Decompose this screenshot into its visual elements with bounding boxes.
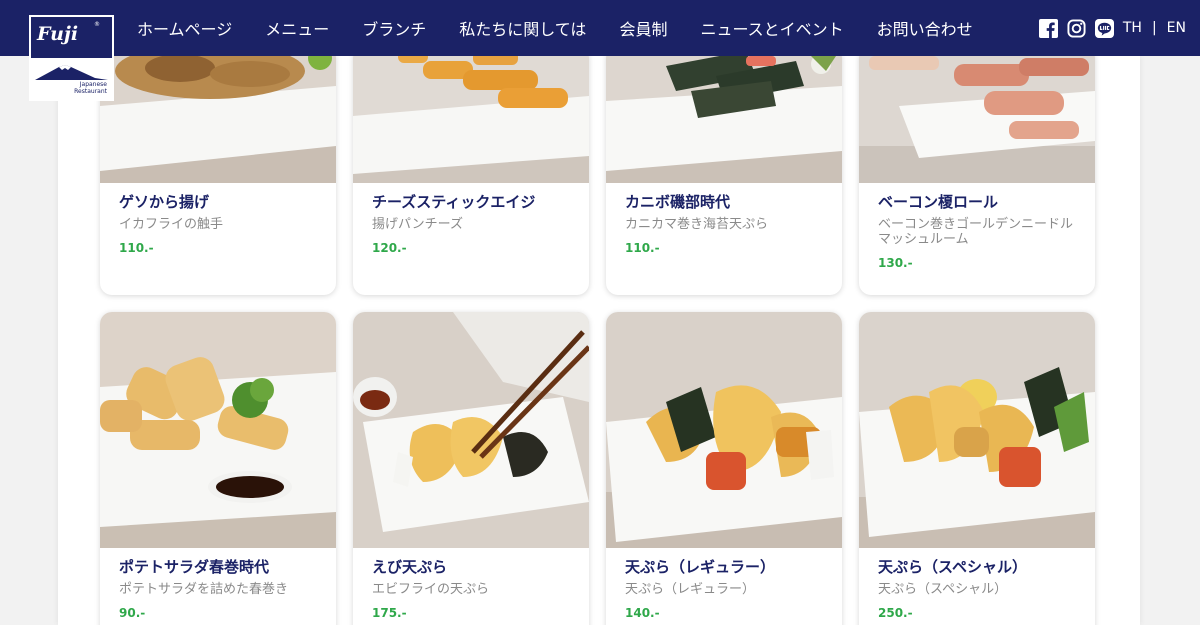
menu-item-title: ゲソから揚げ bbox=[119, 193, 210, 211]
menu-item-price: 175.- bbox=[372, 606, 407, 620]
menu-card-geso[interactable]: ゲソから揚げ イカフライの触手 110.- bbox=[100, 46, 336, 295]
nav-item-news[interactable]: ニュースとイベント bbox=[700, 16, 843, 40]
nav-right-group: TH | EN bbox=[1038, 0, 1186, 56]
card-body: ゲソから揚げ イカフライの触手 110.- bbox=[119, 193, 322, 255]
menu-item-price: 110.- bbox=[625, 241, 660, 255]
menu-item-title: 天ぷら（スペシャル） bbox=[878, 558, 1027, 576]
menu-card-tempura-special[interactable]: 天ぷら（スペシャル） 天ぷら（スペシャル） 250.- bbox=[859, 312, 1095, 625]
nav-item-membership[interactable]: 会員制 bbox=[619, 16, 667, 40]
menu-item-price: 140.- bbox=[625, 606, 660, 620]
food-photo-bacon-rolls bbox=[859, 46, 1095, 183]
menu-item-price: 110.- bbox=[119, 241, 154, 255]
food-photo-crab-seaweed-tempura bbox=[606, 46, 842, 183]
facebook-icon[interactable] bbox=[1038, 18, 1058, 38]
menu-item-price: 90.- bbox=[119, 606, 146, 620]
logo-emblem-area: Japanese Restaurant bbox=[31, 58, 112, 99]
menu-item-price: 250.- bbox=[878, 606, 913, 620]
menu-content: ゲソから揚げ イカフライの触手 110.- チーズスティックエイジ 揚げパンチー… bbox=[58, 46, 1140, 625]
card-body: 天ぷら（スペシャル） 天ぷら（スペシャル） 250.- bbox=[878, 558, 1081, 620]
card-body: ポテトサラダ春巻時代 ポテトサラダを詰めた春巻き 90.- bbox=[119, 558, 322, 620]
card-body: 天ぷら（レギュラー） 天ぷら（レギュラー） 140.- bbox=[625, 558, 828, 620]
menu-item-title: えび天ぷら bbox=[372, 558, 448, 576]
nav-item-home[interactable]: ホームページ bbox=[137, 16, 232, 40]
card-body: えび天ぷら エビフライの天ぷら 175.- bbox=[372, 558, 575, 620]
menu-item-title: カニボ磯部時代 bbox=[625, 193, 731, 211]
logo-wordmark-area: Fuji ® bbox=[31, 17, 112, 58]
food-photo-cheese-sticks bbox=[353, 46, 589, 183]
menu-item-price: 130.- bbox=[878, 256, 913, 270]
menu-item-title: 天ぷら（レギュラー） bbox=[625, 558, 776, 576]
food-photo-tempura-special bbox=[859, 312, 1095, 548]
menu-item-description: 天ぷら（スペシャル） bbox=[878, 582, 1008, 597]
lang-th-link[interactable]: TH bbox=[1123, 20, 1142, 36]
top-nav-bar: ホームページ メニュー ブランチ 私たちに関しては 会員制 ニュースとイベント … bbox=[0, 0, 1200, 56]
menu-item-description: エビフライの天ぷら bbox=[372, 582, 490, 597]
instagram-icon[interactable] bbox=[1067, 18, 1086, 38]
line-icon[interactable] bbox=[1094, 18, 1114, 38]
food-photo-spring-rolls bbox=[100, 312, 336, 548]
card-body: カニボ磯部時代 カニカマ巻き海苔天ぷら 110.- bbox=[625, 193, 828, 255]
menu-item-description: 天ぷら（レギュラー） bbox=[625, 582, 756, 597]
menu-card-bacon-enoki[interactable]: ベーコン榎ロール ベーコン巻きゴールデンニードルマッシュルーム 130.- bbox=[859, 46, 1095, 295]
card-body: チーズスティックエイジ 揚げパンチーズ 120.- bbox=[372, 193, 575, 255]
menu-card-tempura-regular[interactable]: 天ぷら（レギュラー） 天ぷら（レギュラー） 140.- bbox=[606, 312, 842, 625]
menu-item-description: 揚げパンチーズ bbox=[372, 217, 464, 232]
menu-item-description: カニカマ巻き海苔天ぷら bbox=[625, 217, 769, 232]
menu-card-cheese-stick[interactable]: チーズスティックエイジ 揚げパンチーズ 120.- bbox=[353, 46, 589, 295]
menu-item-description: ベーコン巻きゴールデンニードルマッシュルーム bbox=[878, 217, 1074, 247]
fuji-logo[interactable]: Fuji ® Japanese Restaurant bbox=[29, 15, 114, 101]
food-photo-shrimp-tempura bbox=[353, 312, 589, 548]
menu-card-kanibo-isobe[interactable]: カニボ磯部時代 カニカマ巻き海苔天ぷら 110.- bbox=[606, 46, 842, 295]
logo-wordmark: Fuji bbox=[37, 23, 79, 45]
lang-en-link[interactable]: EN bbox=[1167, 20, 1186, 36]
menu-card-potato-spring-roll[interactable]: ポテトサラダ春巻時代 ポテトサラダを詰めた春巻き 90.- bbox=[100, 312, 336, 625]
menu-item-title: チーズスティックエイジ bbox=[372, 193, 536, 211]
nav-item-about[interactable]: 私たちに関しては bbox=[459, 16, 586, 40]
card-body: ベーコン榎ロール ベーコン巻きゴールデンニードルマッシュルーム 130.- bbox=[878, 193, 1081, 270]
menu-item-price: 120.- bbox=[372, 241, 407, 255]
mount-fuji-icon bbox=[35, 65, 108, 80]
menu-card-ebi-tempura[interactable]: えび天ぷら エビフライの天ぷら 175.- bbox=[353, 312, 589, 625]
nav-item-menu[interactable]: メニュー bbox=[265, 16, 329, 40]
menu-item-description: ポテトサラダを詰めた春巻き bbox=[119, 582, 289, 597]
nav-item-contact[interactable]: お問い合わせ bbox=[877, 16, 973, 40]
food-photo-fried-squid bbox=[100, 46, 336, 183]
registered-mark: ® bbox=[94, 21, 100, 28]
nav-item-branch[interactable]: ブランチ bbox=[362, 16, 426, 40]
lang-separator: | bbox=[1151, 20, 1157, 36]
menu-item-title: ベーコン榎ロール bbox=[878, 193, 999, 211]
main-nav: ホームページ メニュー ブランチ 私たちに関しては 会員制 ニュースとイベント … bbox=[137, 0, 1006, 56]
logo-subtitle: Japanese Restaurant bbox=[74, 81, 107, 95]
menu-item-description: イカフライの触手 bbox=[119, 217, 224, 232]
food-photo-tempura-regular bbox=[606, 312, 842, 548]
menu-item-title: ポテトサラダ春巻時代 bbox=[119, 558, 270, 576]
